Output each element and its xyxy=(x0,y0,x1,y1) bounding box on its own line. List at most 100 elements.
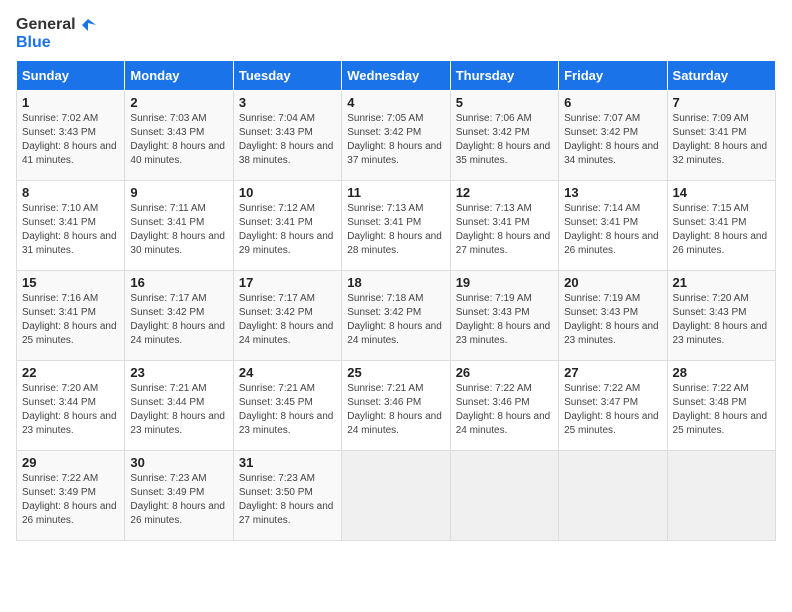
calendar-cell: 6 Sunrise: 7:07 AMSunset: 3:42 PMDayligh… xyxy=(559,90,667,180)
calendar-cell: 8 Sunrise: 7:10 AMSunset: 3:41 PMDayligh… xyxy=(17,180,125,270)
cell-sunrise: Sunrise: 7:22 AMSunset: 3:46 PMDaylight:… xyxy=(456,383,551,436)
weekday-header-monday: Monday xyxy=(125,60,233,90)
calendar-cell: 18 Sunrise: 7:18 AMSunset: 3:42 PMDaylig… xyxy=(342,270,450,360)
day-number: 2 xyxy=(130,95,227,110)
cell-sunrise: Sunrise: 7:03 AMSunset: 3:43 PMDaylight:… xyxy=(130,113,225,166)
cell-sunrise: Sunrise: 7:11 AMSunset: 3:41 PMDaylight:… xyxy=(130,203,225,256)
cell-sunrise: Sunrise: 7:05 AMSunset: 3:42 PMDaylight:… xyxy=(347,113,442,166)
logo-arrow-icon xyxy=(78,16,96,34)
day-number: 22 xyxy=(22,365,119,380)
page-header: General Blue xyxy=(16,16,776,52)
calendar-cell: 5 Sunrise: 7:06 AMSunset: 3:42 PMDayligh… xyxy=(450,90,558,180)
weekday-header-sunday: Sunday xyxy=(17,60,125,90)
day-number: 23 xyxy=(130,365,227,380)
calendar-cell: 21 Sunrise: 7:20 AMSunset: 3:43 PMDaylig… xyxy=(667,270,775,360)
calendar-cell: 23 Sunrise: 7:21 AMSunset: 3:44 PMDaylig… xyxy=(125,360,233,450)
calendar-cell: 30 Sunrise: 7:23 AMSunset: 3:49 PMDaylig… xyxy=(125,450,233,540)
calendar-cell: 31 Sunrise: 7:23 AMSunset: 3:50 PMDaylig… xyxy=(233,450,341,540)
cell-sunrise: Sunrise: 7:22 AMSunset: 3:49 PMDaylight:… xyxy=(22,473,117,526)
calendar-header-row: SundayMondayTuesdayWednesdayThursdayFrid… xyxy=(17,60,776,90)
calendar-week-row: 29 Sunrise: 7:22 AMSunset: 3:49 PMDaylig… xyxy=(17,450,776,540)
logo-blue: Blue xyxy=(16,34,51,52)
day-number: 28 xyxy=(673,365,770,380)
calendar-cell: 25 Sunrise: 7:21 AMSunset: 3:46 PMDaylig… xyxy=(342,360,450,450)
calendar-cell: 15 Sunrise: 7:16 AMSunset: 3:41 PMDaylig… xyxy=(17,270,125,360)
day-number: 1 xyxy=(22,95,119,110)
day-number: 21 xyxy=(673,275,770,290)
calendar-cell: 12 Sunrise: 7:13 AMSunset: 3:41 PMDaylig… xyxy=(450,180,558,270)
calendar-cell: 2 Sunrise: 7:03 AMSunset: 3:43 PMDayligh… xyxy=(125,90,233,180)
calendar-cell: 7 Sunrise: 7:09 AMSunset: 3:41 PMDayligh… xyxy=(667,90,775,180)
cell-sunrise: Sunrise: 7:23 AMSunset: 3:50 PMDaylight:… xyxy=(239,473,334,526)
calendar-cell: 10 Sunrise: 7:12 AMSunset: 3:41 PMDaylig… xyxy=(233,180,341,270)
day-number: 8 xyxy=(22,185,119,200)
cell-sunrise: Sunrise: 7:21 AMSunset: 3:45 PMDaylight:… xyxy=(239,383,334,436)
calendar-cell: 20 Sunrise: 7:19 AMSunset: 3:43 PMDaylig… xyxy=(559,270,667,360)
day-number: 9 xyxy=(130,185,227,200)
cell-sunrise: Sunrise: 7:20 AMSunset: 3:44 PMDaylight:… xyxy=(22,383,117,436)
calendar-cell: 22 Sunrise: 7:20 AMSunset: 3:44 PMDaylig… xyxy=(17,360,125,450)
weekday-header-saturday: Saturday xyxy=(667,60,775,90)
calendar-cell: 28 Sunrise: 7:22 AMSunset: 3:48 PMDaylig… xyxy=(667,360,775,450)
calendar-cell: 19 Sunrise: 7:19 AMSunset: 3:43 PMDaylig… xyxy=(450,270,558,360)
day-number: 4 xyxy=(347,95,444,110)
calendar-cell xyxy=(450,450,558,540)
weekday-header-wednesday: Wednesday xyxy=(342,60,450,90)
day-number: 14 xyxy=(673,185,770,200)
cell-sunrise: Sunrise: 7:14 AMSunset: 3:41 PMDaylight:… xyxy=(564,203,659,256)
day-number: 7 xyxy=(673,95,770,110)
cell-sunrise: Sunrise: 7:09 AMSunset: 3:41 PMDaylight:… xyxy=(673,113,768,166)
day-number: 24 xyxy=(239,365,336,380)
day-number: 3 xyxy=(239,95,336,110)
calendar-cell: 24 Sunrise: 7:21 AMSunset: 3:45 PMDaylig… xyxy=(233,360,341,450)
calendar-week-row: 22 Sunrise: 7:20 AMSunset: 3:44 PMDaylig… xyxy=(17,360,776,450)
day-number: 26 xyxy=(456,365,553,380)
cell-sunrise: Sunrise: 7:19 AMSunset: 3:43 PMDaylight:… xyxy=(564,293,659,346)
day-number: 12 xyxy=(456,185,553,200)
day-number: 25 xyxy=(347,365,444,380)
calendar-table: SundayMondayTuesdayWednesdayThursdayFrid… xyxy=(16,60,776,541)
calendar-cell: 29 Sunrise: 7:22 AMSunset: 3:49 PMDaylig… xyxy=(17,450,125,540)
calendar-cell: 17 Sunrise: 7:17 AMSunset: 3:42 PMDaylig… xyxy=(233,270,341,360)
day-number: 5 xyxy=(456,95,553,110)
calendar-cell: 1 Sunrise: 7:02 AMSunset: 3:43 PMDayligh… xyxy=(17,90,125,180)
cell-sunrise: Sunrise: 7:20 AMSunset: 3:43 PMDaylight:… xyxy=(673,293,768,346)
cell-sunrise: Sunrise: 7:04 AMSunset: 3:43 PMDaylight:… xyxy=(239,113,334,166)
cell-sunrise: Sunrise: 7:23 AMSunset: 3:49 PMDaylight:… xyxy=(130,473,225,526)
day-number: 20 xyxy=(564,275,661,290)
day-number: 19 xyxy=(456,275,553,290)
day-number: 31 xyxy=(239,455,336,470)
cell-sunrise: Sunrise: 7:19 AMSunset: 3:43 PMDaylight:… xyxy=(456,293,551,346)
calendar-body: 1 Sunrise: 7:02 AMSunset: 3:43 PMDayligh… xyxy=(17,90,776,540)
day-number: 18 xyxy=(347,275,444,290)
cell-sunrise: Sunrise: 7:17 AMSunset: 3:42 PMDaylight:… xyxy=(239,293,334,346)
logo-text-block: General Blue xyxy=(16,16,96,52)
calendar-week-row: 1 Sunrise: 7:02 AMSunset: 3:43 PMDayligh… xyxy=(17,90,776,180)
day-number: 17 xyxy=(239,275,336,290)
day-number: 29 xyxy=(22,455,119,470)
calendar-cell: 13 Sunrise: 7:14 AMSunset: 3:41 PMDaylig… xyxy=(559,180,667,270)
day-number: 13 xyxy=(564,185,661,200)
weekday-header-tuesday: Tuesday xyxy=(233,60,341,90)
cell-sunrise: Sunrise: 7:10 AMSunset: 3:41 PMDaylight:… xyxy=(22,203,117,256)
cell-sunrise: Sunrise: 7:15 AMSunset: 3:41 PMDaylight:… xyxy=(673,203,768,256)
logo: General Blue xyxy=(16,16,96,52)
day-number: 6 xyxy=(564,95,661,110)
cell-sunrise: Sunrise: 7:16 AMSunset: 3:41 PMDaylight:… xyxy=(22,293,117,346)
calendar-cell: 27 Sunrise: 7:22 AMSunset: 3:47 PMDaylig… xyxy=(559,360,667,450)
calendar-cell: 4 Sunrise: 7:05 AMSunset: 3:42 PMDayligh… xyxy=(342,90,450,180)
cell-sunrise: Sunrise: 7:06 AMSunset: 3:42 PMDaylight:… xyxy=(456,113,551,166)
day-number: 16 xyxy=(130,275,227,290)
day-number: 15 xyxy=(22,275,119,290)
calendar-cell: 3 Sunrise: 7:04 AMSunset: 3:43 PMDayligh… xyxy=(233,90,341,180)
calendar-cell: 16 Sunrise: 7:17 AMSunset: 3:42 PMDaylig… xyxy=(125,270,233,360)
cell-sunrise: Sunrise: 7:02 AMSunset: 3:43 PMDaylight:… xyxy=(22,113,117,166)
cell-sunrise: Sunrise: 7:18 AMSunset: 3:42 PMDaylight:… xyxy=(347,293,442,346)
weekday-header-thursday: Thursday xyxy=(450,60,558,90)
logo-general: General xyxy=(16,16,76,34)
cell-sunrise: Sunrise: 7:21 AMSunset: 3:46 PMDaylight:… xyxy=(347,383,442,436)
calendar-cell: 11 Sunrise: 7:13 AMSunset: 3:41 PMDaylig… xyxy=(342,180,450,270)
day-number: 27 xyxy=(564,365,661,380)
calendar-week-row: 8 Sunrise: 7:10 AMSunset: 3:41 PMDayligh… xyxy=(17,180,776,270)
weekday-header-friday: Friday xyxy=(559,60,667,90)
